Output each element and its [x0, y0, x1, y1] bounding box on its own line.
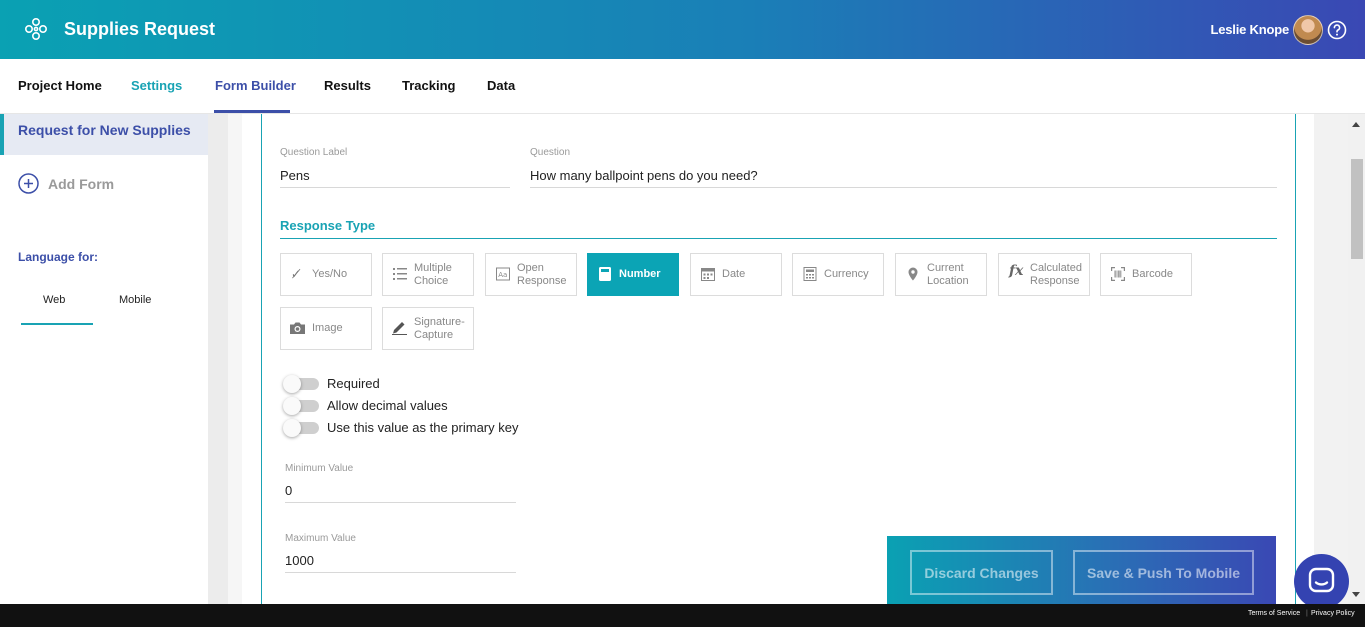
- barcode-icon: [1111, 267, 1125, 281]
- response-type-image[interactable]: Image: [280, 307, 372, 350]
- tab-data[interactable]: Data: [487, 78, 515, 93]
- language-tab-web[interactable]: Web: [43, 294, 65, 306]
- primary-key-toggle[interactable]: [283, 419, 319, 437]
- terms-of-service-link[interactable]: Terms of Service: [1248, 610, 1300, 617]
- allow-decimal-label: Allow decimal values: [327, 398, 448, 413]
- privacy-policy-link[interactable]: Privacy Policy: [1311, 610, 1355, 617]
- maximum-value-input[interactable]: 1000: [285, 553, 314, 568]
- calendar-icon: [701, 268, 715, 281]
- tab-form-builder[interactable]: Form Builder: [215, 78, 296, 93]
- maximum-value-caption: Maximum Value: [285, 533, 356, 544]
- discard-changes-button[interactable]: Discard Changes: [910, 550, 1053, 595]
- currency-icon: [803, 267, 817, 281]
- required-label: Required: [327, 376, 380, 391]
- add-form-label: Add Form: [48, 176, 115, 192]
- form-name: Request for New Supplies: [18, 122, 191, 138]
- question-underline: [530, 187, 1277, 188]
- tab-project-home[interactable]: Project Home: [18, 78, 102, 93]
- chat-icon: [1308, 567, 1335, 593]
- response-type-multiple-choice[interactable]: Multiple Choice: [382, 253, 474, 296]
- tab-tracking[interactable]: Tracking: [402, 78, 455, 93]
- user-name[interactable]: Leslie Knope: [1210, 22, 1289, 37]
- question-label-caption: Question Label: [280, 147, 348, 158]
- form-editor: Question Label Pens Question How many ba…: [242, 114, 1314, 604]
- action-bar: Discard Changes Save & Push To Mobile: [887, 536, 1276, 604]
- response-type-number[interactable]: Number: [587, 253, 679, 296]
- question-label-underline: [280, 187, 510, 188]
- question-circle-icon[interactable]: [1327, 20, 1347, 40]
- question-input[interactable]: How many ballpoint pens do you need?: [530, 168, 758, 183]
- panel-gutter: [208, 114, 242, 604]
- sidebar-form-item[interactable]: Request for New Supplies: [0, 114, 208, 155]
- active-tab-indicator: [214, 110, 290, 113]
- app-title: Supplies Request: [64, 19, 216, 39]
- save-push-mobile-button[interactable]: Save & Push To Mobile: [1073, 550, 1254, 595]
- response-type-currency[interactable]: Currency: [792, 253, 884, 296]
- response-type-divider: [280, 238, 1277, 239]
- tab-settings[interactable]: Settings: [131, 78, 182, 93]
- minimum-value-caption: Minimum Value: [285, 463, 354, 474]
- avatar[interactable]: [1293, 15, 1323, 45]
- pen-icon: [392, 322, 407, 335]
- tab-results[interactable]: Results: [324, 78, 371, 93]
- text-box-icon: Aa: [496, 267, 510, 281]
- required-toggle[interactable]: [283, 375, 319, 393]
- footer-separator: |: [1306, 610, 1308, 617]
- response-type-signature-capture[interactable]: Signature-Capture: [382, 307, 474, 350]
- language-tab-indicator: [21, 323, 93, 325]
- question-caption: Question: [530, 147, 571, 158]
- response-type-title: Response Type: [280, 218, 376, 233]
- camera-icon: [290, 322, 305, 334]
- minimum-value-input[interactable]: 0: [285, 483, 292, 498]
- sidebar: Request for New Supplies Add Form Langua…: [0, 114, 208, 604]
- footer: Terms of Service | Privacy Policy: [0, 604, 1365, 627]
- map-pin-icon: [908, 267, 918, 281]
- top-header: Supplies Request Leslie Knope: [0, 0, 1365, 59]
- scroll-up-arrow-icon[interactable]: [1352, 122, 1360, 127]
- number-icon: [599, 267, 611, 281]
- response-type-barcode[interactable]: Barcode: [1100, 253, 1192, 296]
- minimum-value-underline: [285, 502, 516, 503]
- scrollbar[interactable]: [1348, 114, 1365, 604]
- list-icon: [393, 268, 407, 280]
- language-tab-mobile[interactable]: Mobile: [119, 294, 151, 306]
- response-type-yes-no[interactable]: ✓̸ Yes/No: [280, 253, 372, 296]
- scrollbar-thumb[interactable]: [1351, 159, 1363, 259]
- question-card: Question Label Pens Question How many ba…: [261, 114, 1296, 604]
- maximum-value-underline: [285, 572, 516, 573]
- response-type-calculated-response[interactable]: fx Calculated Response: [998, 253, 1090, 296]
- allow-decimal-toggle[interactable]: [283, 397, 319, 415]
- response-type-current-location[interactable]: Current Location: [895, 253, 987, 296]
- yes-no-icon: ✓̸: [291, 267, 302, 281]
- flower-logo-icon[interactable]: [24, 17, 48, 41]
- scroll-down-arrow-icon[interactable]: [1352, 592, 1360, 597]
- response-type-open-response[interactable]: Aa Open Response: [485, 253, 577, 296]
- chat-launcher-button[interactable]: [1294, 554, 1349, 609]
- function-icon: fx: [1009, 263, 1024, 279]
- plus-circle-icon: [18, 173, 39, 194]
- question-label-input[interactable]: Pens: [280, 168, 310, 183]
- main-nav: Project Home Settings Form Builder Resul…: [0, 59, 1365, 114]
- response-type-date[interactable]: Date: [690, 253, 782, 296]
- primary-key-label: Use this value as the primary key: [327, 420, 519, 435]
- svg-text:Aa: Aa: [498, 271, 507, 279]
- language-label: Language for:: [18, 250, 98, 264]
